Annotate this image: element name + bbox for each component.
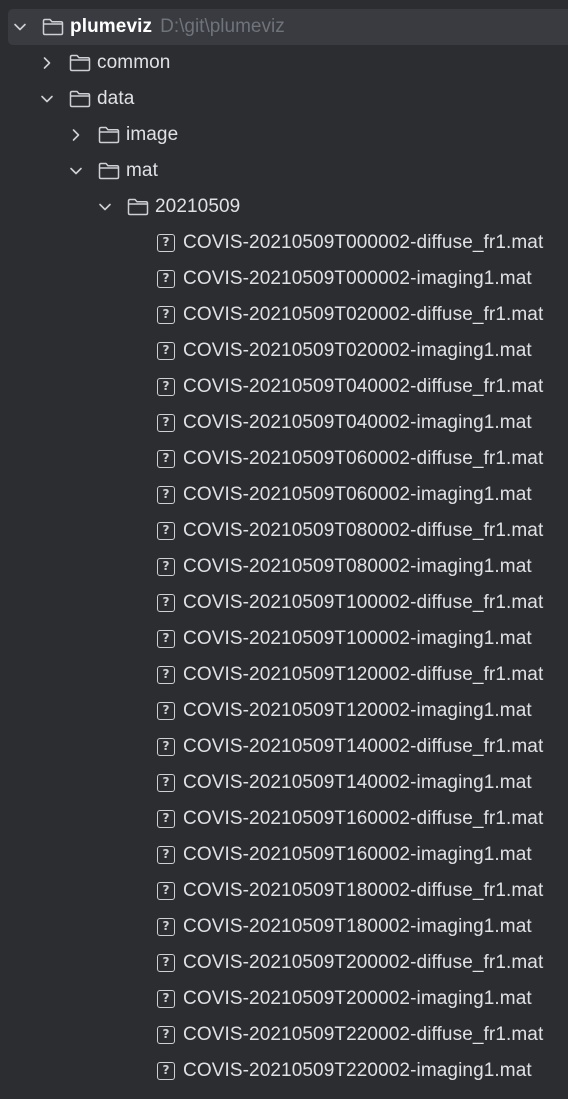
chevron-down-icon[interactable] bbox=[39, 91, 55, 107]
file-item[interactable]: ? COVIS-20210509T220002-diffuse_fr1.mat bbox=[0, 1017, 568, 1053]
file-name: COVIS-20210509T120002-imaging1.mat bbox=[183, 700, 532, 721]
unknown-file-icon: ? bbox=[157, 486, 175, 504]
file-name: COVIS-20210509T140002-diffuse_fr1.mat bbox=[183, 736, 544, 757]
unknown-file-icon: ? bbox=[157, 234, 175, 252]
tree-node-label: 20210509 bbox=[155, 196, 241, 217]
unknown-file-icon: ? bbox=[157, 666, 175, 684]
tree-node-label: data bbox=[97, 88, 135, 109]
unknown-file-icon: ? bbox=[157, 342, 175, 360]
file-name: COVIS-20210509T200002-imaging1.mat bbox=[183, 988, 532, 1009]
file-name: COVIS-20210509T180002-diffuse_fr1.mat bbox=[183, 880, 544, 901]
file-item[interactable]: ? COVIS-20210509T060002-diffuse_fr1.mat bbox=[0, 441, 568, 477]
file-item[interactable]: ? COVIS-20210509T040002-diffuse_fr1.mat bbox=[0, 369, 568, 405]
file-name: COVIS-20210509T100002-diffuse_fr1.mat bbox=[183, 592, 544, 613]
unknown-file-icon: ? bbox=[157, 594, 175, 612]
file-item[interactable]: ? COVIS-20210509T180002-diffuse_fr1.mat bbox=[0, 873, 568, 909]
file-item[interactable]: ? COVIS-20210509T140002-imaging1.mat bbox=[0, 765, 568, 801]
file-name: COVIS-20210509T080002-imaging1.mat bbox=[183, 556, 532, 577]
file-name: COVIS-20210509T040002-diffuse_fr1.mat bbox=[183, 376, 544, 397]
unknown-file-icon: ? bbox=[157, 414, 175, 432]
unknown-file-icon: ? bbox=[157, 810, 175, 828]
file-item[interactable]: ? COVIS-20210509T080002-imaging1.mat bbox=[0, 549, 568, 585]
unknown-file-icon: ? bbox=[157, 1062, 175, 1080]
file-name: COVIS-20210509T220002-diffuse_fr1.mat bbox=[183, 1024, 544, 1045]
tree-node-label: mat bbox=[126, 160, 158, 181]
file-item[interactable]: ? COVIS-20210509T060002-imaging1.mat bbox=[0, 477, 568, 513]
unknown-file-icon: ? bbox=[157, 702, 175, 720]
unknown-file-icon: ? bbox=[157, 774, 175, 792]
chevron-down-icon[interactable] bbox=[68, 163, 84, 179]
chevron-down-icon[interactable] bbox=[12, 19, 28, 35]
chevron-right-icon[interactable] bbox=[68, 127, 84, 143]
folder-icon bbox=[42, 17, 64, 37]
file-name: COVIS-20210509T140002-imaging1.mat bbox=[183, 772, 532, 793]
folder-icon bbox=[98, 161, 120, 181]
file-name: COVIS-20210509T220002-imaging1.mat bbox=[183, 1060, 532, 1081]
file-name: COVIS-20210509T180002-imaging1.mat bbox=[183, 916, 532, 937]
file-name: COVIS-20210509T040002-imaging1.mat bbox=[183, 412, 532, 433]
unknown-file-icon: ? bbox=[157, 450, 175, 468]
unknown-file-icon: ? bbox=[157, 1026, 175, 1044]
file-item[interactable]: ? COVIS-20210509T200002-diffuse_fr1.mat bbox=[0, 945, 568, 981]
unknown-file-icon: ? bbox=[157, 954, 175, 972]
file-name: COVIS-20210509T060002-diffuse_fr1.mat bbox=[183, 448, 544, 469]
file-item[interactable]: ? COVIS-20210509T080002-diffuse_fr1.mat bbox=[0, 513, 568, 549]
file-item[interactable]: ? COVIS-20210509T040002-imaging1.mat bbox=[0, 405, 568, 441]
file-item[interactable]: ? COVIS-20210509T020002-diffuse_fr1.mat bbox=[0, 297, 568, 333]
tree-node-20210509[interactable]: 20210509 bbox=[0, 189, 568, 225]
file-name: COVIS-20210509T200002-diffuse_fr1.mat bbox=[183, 952, 544, 973]
tree-node-label: common bbox=[97, 52, 171, 73]
file-name: COVIS-20210509T020002-diffuse_fr1.mat bbox=[183, 304, 544, 325]
file-list: ? COVIS-20210509T000002-diffuse_fr1.mat? C… bbox=[0, 225, 568, 1089]
tree-node-image[interactable]: image bbox=[0, 117, 568, 153]
unknown-file-icon: ? bbox=[157, 990, 175, 1008]
unknown-file-icon: ? bbox=[157, 558, 175, 576]
unknown-file-icon: ? bbox=[157, 306, 175, 324]
chevron-down-icon[interactable] bbox=[97, 199, 113, 215]
file-item[interactable]: ? COVIS-20210509T100002-imaging1.mat bbox=[0, 621, 568, 657]
file-name: COVIS-20210509T080002-diffuse_fr1.mat bbox=[183, 520, 544, 541]
file-item[interactable]: ? COVIS-20210509T000002-diffuse_fr1.mat bbox=[0, 225, 568, 261]
tree-node-label: image bbox=[126, 124, 179, 145]
project-tree: plumeviz D:\git\plumeviz common data ima… bbox=[0, 0, 568, 1099]
unknown-file-icon: ? bbox=[157, 882, 175, 900]
file-name: COVIS-20210509T000002-imaging1.mat bbox=[183, 268, 532, 289]
file-item[interactable]: ? COVIS-20210509T160002-imaging1.mat bbox=[0, 837, 568, 873]
folder-icon bbox=[98, 125, 120, 145]
file-item[interactable]: ? COVIS-20210509T120002-imaging1.mat bbox=[0, 693, 568, 729]
unknown-file-icon: ? bbox=[157, 738, 175, 756]
tree-node-data[interactable]: data bbox=[0, 81, 568, 117]
file-name: COVIS-20210509T100002-imaging1.mat bbox=[183, 628, 532, 649]
tree-node-plumeviz[interactable]: plumeviz D:\git\plumeviz bbox=[8, 9, 568, 45]
file-name: COVIS-20210509T060002-imaging1.mat bbox=[183, 484, 532, 505]
file-item[interactable]: ? COVIS-20210509T160002-diffuse_fr1.mat bbox=[0, 801, 568, 837]
folder-icon bbox=[69, 89, 91, 109]
unknown-file-icon: ? bbox=[157, 522, 175, 540]
file-item[interactable]: ? COVIS-20210509T180002-imaging1.mat bbox=[0, 909, 568, 945]
unknown-file-icon: ? bbox=[157, 270, 175, 288]
file-item[interactable]: ? COVIS-20210509T200002-imaging1.mat bbox=[0, 981, 568, 1017]
file-item[interactable]: ? COVIS-20210509T220002-imaging1.mat bbox=[0, 1053, 568, 1089]
file-item[interactable]: ? COVIS-20210509T140002-diffuse_fr1.mat bbox=[0, 729, 568, 765]
project-name: plumeviz bbox=[70, 16, 153, 37]
file-item[interactable]: ? COVIS-20210509T000002-imaging1.mat bbox=[0, 261, 568, 297]
unknown-file-icon: ? bbox=[157, 846, 175, 864]
unknown-file-icon: ? bbox=[157, 378, 175, 396]
unknown-file-icon: ? bbox=[157, 918, 175, 936]
folder-icon bbox=[127, 197, 149, 217]
unknown-file-icon: ? bbox=[157, 630, 175, 648]
chevron-right-icon[interactable] bbox=[39, 55, 55, 71]
file-name: COVIS-20210509T000002-diffuse_fr1.mat bbox=[183, 232, 544, 253]
tree-node-common[interactable]: common bbox=[0, 45, 568, 81]
tree-node-mat[interactable]: mat bbox=[0, 153, 568, 189]
file-name: COVIS-20210509T020002-imaging1.mat bbox=[183, 340, 532, 361]
file-item[interactable]: ? COVIS-20210509T100002-diffuse_fr1.mat bbox=[0, 585, 568, 621]
folder-icon bbox=[69, 53, 91, 73]
file-name: COVIS-20210509T160002-diffuse_fr1.mat bbox=[183, 808, 544, 829]
file-name: COVIS-20210509T160002-imaging1.mat bbox=[183, 844, 532, 865]
file-item[interactable]: ? COVIS-20210509T020002-imaging1.mat bbox=[0, 333, 568, 369]
file-item[interactable]: ? COVIS-20210509T120002-diffuse_fr1.mat bbox=[0, 657, 568, 693]
file-name: COVIS-20210509T120002-diffuse_fr1.mat bbox=[183, 664, 544, 685]
project-path: D:\git\plumeviz bbox=[160, 16, 285, 37]
